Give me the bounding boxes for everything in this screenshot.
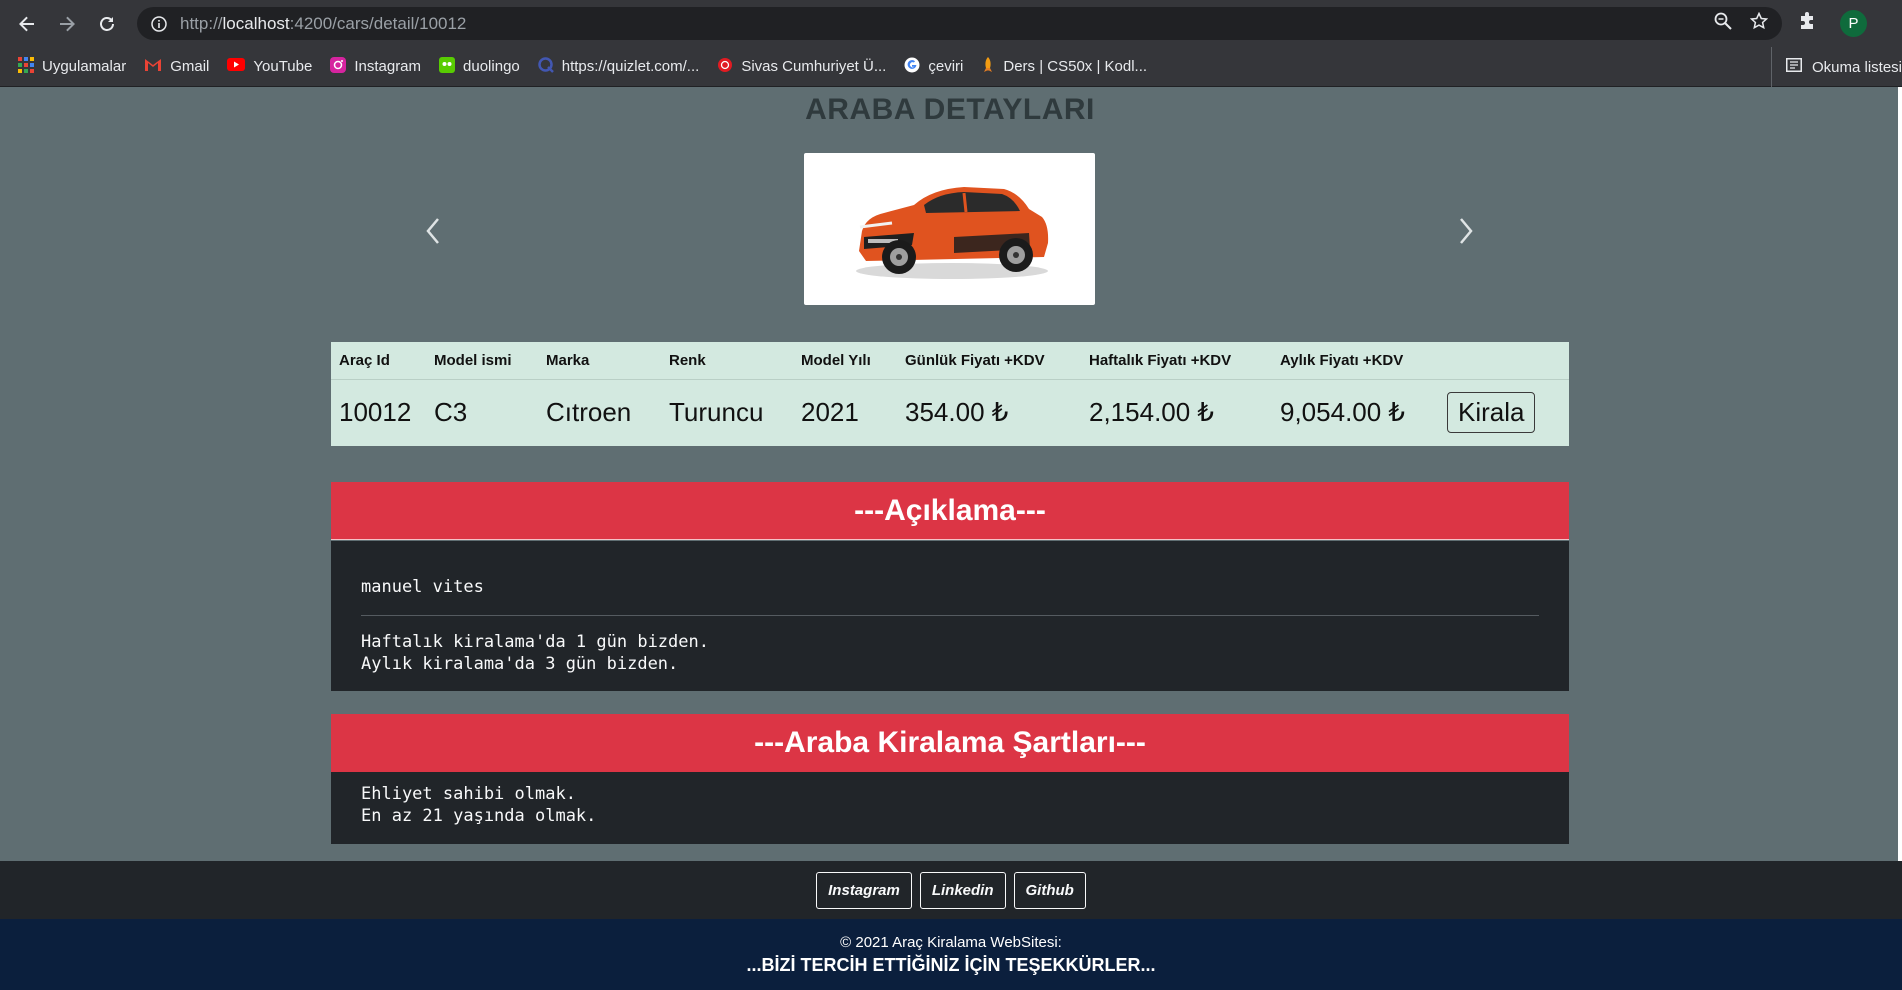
column-header: Model ismi	[426, 342, 538, 380]
url-host: localhost	[222, 13, 290, 33]
cell-color: Turuncu	[669, 396, 764, 427]
youtube-icon	[227, 58, 246, 75]
column-header: Marka	[538, 342, 661, 380]
github-link[interactable]: Github	[1013, 871, 1086, 909]
bookmark-cs50[interactable]: Ders | CS50x | Kodl...	[981, 56, 1148, 77]
terms-panel: Ehliyet sahibi olmak. En az 21 yaşında o…	[331, 772, 1569, 844]
page-content: ARABA DETAYLARI Araç Id Model ismi Marka…	[0, 87, 1902, 990]
weekly-offer-text: Haftalık kiralama'da 1 gün bizden.	[361, 632, 709, 652]
scrollbar[interactable]	[1898, 87, 1902, 990]
cell-weekly-price: 2,154.00 ₺	[1089, 396, 1214, 427]
table-header-row: Araç Id Model ismi Marka Renk Model Yılı…	[331, 342, 1569, 380]
cell-action: Kirala	[1439, 379, 1569, 445]
chevron-left-icon	[426, 218, 439, 244]
footer: © 2021 Araç Kiralama WebSitesi: ...BİZİ …	[0, 919, 1902, 990]
column-header: Araç Id	[331, 342, 426, 380]
car-image	[804, 153, 1095, 305]
bookmark-label: duolingo	[463, 58, 520, 75]
linkedin-link[interactable]: Linkedin	[919, 871, 1006, 909]
bookmarks-bar: Uygulamalar Gmail YouTube Instagram duol…	[0, 47, 1902, 87]
cell-car-id: 10012	[339, 396, 412, 427]
column-header-empty	[1439, 342, 1569, 380]
instagram-icon	[330, 56, 347, 77]
cell-model: C3	[434, 396, 468, 427]
carousel-next-button[interactable]	[1451, 211, 1481, 251]
column-header: Haftalık Fiyatı +KDV	[1081, 342, 1272, 380]
reading-list-label: Okuma listesi	[1811, 58, 1902, 76]
bookmark-ceviri[interactable]: çeviri	[904, 57, 963, 77]
extensions-icon[interactable]	[1797, 12, 1817, 37]
gmail-icon	[144, 58, 162, 76]
back-icon[interactable]	[7, 4, 47, 44]
zoom-icon[interactable]	[1714, 12, 1732, 35]
reload-icon[interactable]	[87, 4, 127, 44]
cell-year: 2021	[801, 396, 859, 427]
reading-list-button[interactable]: Okuma listesi	[1770, 47, 1902, 87]
cell-brand: Cıtroen	[546, 396, 632, 427]
page-title: ARABA DETAYLARI	[805, 93, 1095, 126]
info-icon[interactable]	[150, 15, 168, 33]
duolingo-icon	[439, 56, 456, 77]
rocket-icon	[981, 56, 995, 77]
term-item: En az 21 yaşında olmak.	[361, 806, 597, 826]
description-panel: manuel vites Haftalık kiralama'da 1 gün …	[331, 541, 1569, 691]
description-heading: ---Açıklama---	[331, 482, 1569, 540]
bookmark-star-icon[interactable]	[1749, 11, 1769, 35]
table-row: 10012 C3 Cıtroen Turuncu 2021 354.00 ₺ 2…	[331, 379, 1569, 445]
description-text: manuel vites	[361, 577, 484, 597]
url-scheme: http://	[180, 13, 223, 33]
bookmark-label: https://quizlet.com/...	[561, 58, 700, 75]
reading-list-icon	[1785, 58, 1802, 76]
chevron-right-icon	[1460, 218, 1473, 244]
cell-daily-price: 354.00 ₺	[905, 396, 1009, 427]
column-header: Model Yılı	[793, 342, 897, 380]
column-header: Renk	[661, 342, 793, 380]
google-icon	[904, 57, 920, 77]
apps-grid-icon	[18, 56, 34, 77]
bookmark-apps[interactable]: Uygulamalar	[18, 56, 127, 77]
bookmark-label: çeviri	[928, 58, 964, 75]
column-header: Günlük Fiyatı +KDV	[897, 342, 1081, 380]
bookmark-label: Sivas Cumhuriyet Ü...	[741, 58, 887, 75]
bookmark-label: Instagram	[354, 58, 422, 75]
carousel-prev-button[interactable]	[418, 211, 448, 251]
bookmark-duolingo[interactable]: duolingo	[439, 56, 520, 77]
car-details-table: Araç Id Model ismi Marka Renk Model Yılı…	[331, 342, 1569, 446]
bookmark-instagram[interactable]: Instagram	[330, 56, 422, 77]
bookmark-gmail[interactable]: Gmail	[144, 58, 209, 76]
column-header: Aylık Fiyatı +KDV	[1272, 342, 1439, 380]
bookmark-label: YouTube	[253, 58, 313, 75]
footer-links: Instagram Linkedin Github	[0, 861, 1902, 919]
bookmark-label: Ders | CS50x | Kodl...	[1003, 58, 1148, 75]
bookmark-quizlet[interactable]: https://quizlet.com/...	[538, 56, 700, 77]
cell-monthly-price: 9,054.00 ₺	[1280, 396, 1405, 427]
address-bar[interactable]: http://localhost:4200/cars/detail/10012	[137, 7, 1782, 40]
quizlet-icon	[538, 56, 554, 77]
bookmark-label: Uygulamalar	[42, 58, 127, 75]
url-text: http://localhost:4200/cars/detail/10012	[180, 14, 466, 34]
browser-toolbar: http://localhost:4200/cars/detail/10012 …	[0, 0, 1902, 47]
terms-heading: ---Araba Kiralama Şartları---	[331, 714, 1569, 772]
monthly-offer-text: Aylık kiralama'da 3 gün bizden.	[361, 654, 679, 674]
car-illustration	[856, 187, 1049, 279]
url-path: :4200/cars/detail/10012	[289, 13, 467, 33]
rent-button[interactable]: Kirala	[1447, 391, 1536, 433]
instagram-link[interactable]: Instagram	[816, 871, 912, 909]
profile-avatar[interactable]: P	[1840, 10, 1867, 37]
bookmark-sivas[interactable]: Sivas Cumhuriyet Ü...	[717, 57, 886, 77]
thanks-text: ...BİZİ TERCİH ETTİĞİNİZ İÇİN TEŞEKKÜRLE…	[746, 955, 1156, 975]
forward-icon[interactable]	[47, 4, 87, 44]
term-item: Ehliyet sahibi olmak.	[361, 784, 576, 804]
bookmark-label: Gmail	[170, 58, 210, 75]
copyright-text: © 2021 Araç Kiralama WebSitesi:	[840, 934, 1062, 951]
bookmark-youtube[interactable]: YouTube	[227, 58, 312, 75]
university-logo-icon	[717, 57, 733, 77]
divider	[361, 615, 1539, 616]
